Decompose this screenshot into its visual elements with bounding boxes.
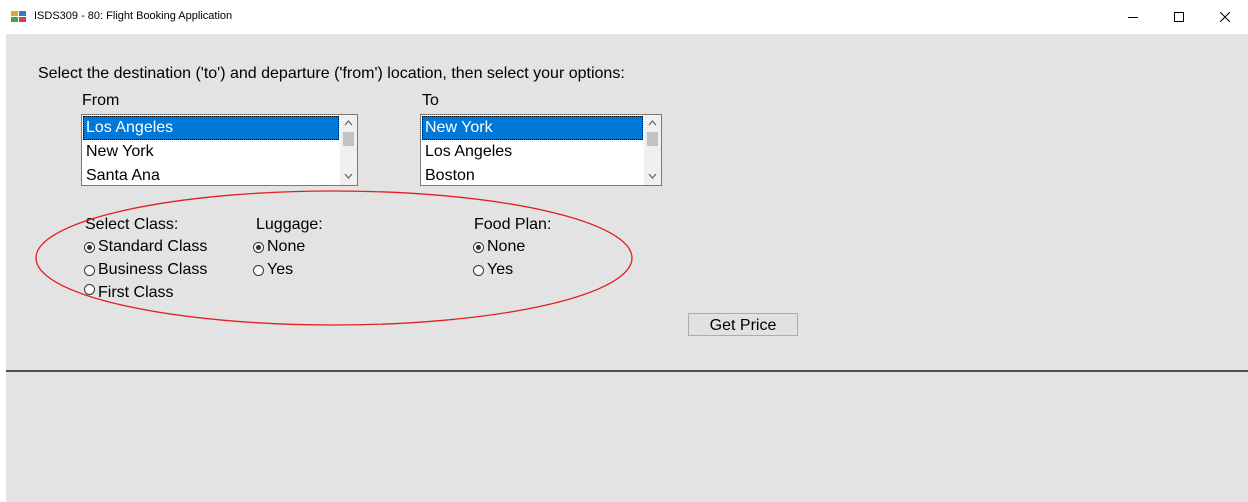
window-title: ISDS309 - 80: Flight Booking Application: [34, 10, 233, 22]
radio-label: None: [267, 238, 306, 255]
radio-label: Standard Class: [98, 238, 208, 255]
minimize-button[interactable]: [1110, 0, 1156, 34]
radio-business-class[interactable]: Business Class: [84, 259, 207, 281]
radio-label: Business Class: [98, 261, 208, 278]
from-list-items: Los Angeles New York Santa Ana: [83, 116, 339, 185]
scroll-thumb[interactable]: [343, 132, 354, 146]
food-group-label: Food Plan:: [474, 216, 552, 233]
scroll-down-icon[interactable]: [344, 173, 353, 179]
radio-button-icon[interactable]: [473, 265, 484, 276]
radio-luggage-yes[interactable]: Yes: [253, 259, 293, 281]
scroll-down-icon[interactable]: [648, 173, 657, 179]
radio-button-icon[interactable]: [253, 242, 264, 253]
title-bar: ISDS309 - 80: Flight Booking Application: [0, 0, 1248, 34]
close-icon: [1220, 12, 1230, 22]
from-list-item[interactable]: Los Angeles: [83, 116, 339, 140]
minimize-icon: [1128, 17, 1138, 18]
luggage-group-label: Luggage:: [256, 216, 323, 233]
to-listbox[interactable]: New York Los Angeles Boston: [420, 114, 662, 186]
form-client-area: Select the destination ('to') and depart…: [6, 34, 1248, 502]
to-list-item[interactable]: Boston: [422, 164, 643, 185]
from-list-item[interactable]: New York: [83, 140, 339, 164]
radio-label: First Class: [98, 284, 174, 301]
radio-button-icon[interactable]: [84, 242, 95, 253]
to-list-items: New York Los Angeles Boston: [422, 116, 643, 185]
to-list-scrollbar[interactable]: [644, 115, 661, 185]
close-button[interactable]: [1202, 0, 1248, 34]
radio-food-none[interactable]: None: [473, 236, 525, 258]
radio-label: Yes: [267, 261, 294, 278]
to-label: To: [422, 92, 439, 109]
app-icon: [11, 11, 26, 22]
class-group-label: Select Class:: [85, 216, 179, 233]
radio-button-icon[interactable]: [84, 265, 95, 276]
from-listbox[interactable]: Los Angeles New York Santa Ana: [81, 114, 358, 186]
from-list-scrollbar[interactable]: [340, 115, 357, 185]
to-list-item[interactable]: New York: [422, 116, 643, 140]
radio-food-yes[interactable]: Yes: [473, 259, 513, 281]
radio-button-icon[interactable]: [253, 265, 264, 276]
radio-standard-class[interactable]: Standard Class: [84, 236, 207, 258]
from-list-item[interactable]: Santa Ana: [83, 164, 339, 185]
radio-label: Yes: [487, 261, 514, 278]
radio-button-icon[interactable]: [473, 242, 484, 253]
get-price-button[interactable]: Get Price: [688, 313, 798, 336]
scroll-up-icon[interactable]: [344, 120, 353, 126]
to-list-item[interactable]: Los Angeles: [422, 140, 643, 164]
radio-button-icon[interactable]: [84, 284, 95, 295]
radio-label: None: [487, 238, 526, 255]
radio-luggage-none[interactable]: None: [253, 236, 305, 258]
scroll-up-icon[interactable]: [648, 120, 657, 126]
maximize-button[interactable]: [1156, 0, 1202, 34]
instruction-text: Select the destination ('to') and depart…: [38, 65, 625, 82]
from-label: From: [82, 92, 120, 109]
scroll-thumb[interactable]: [647, 132, 658, 146]
maximize-icon: [1174, 12, 1184, 22]
horizontal-divider: [6, 370, 1248, 372]
radio-first-class[interactable]: First Class: [84, 282, 174, 304]
